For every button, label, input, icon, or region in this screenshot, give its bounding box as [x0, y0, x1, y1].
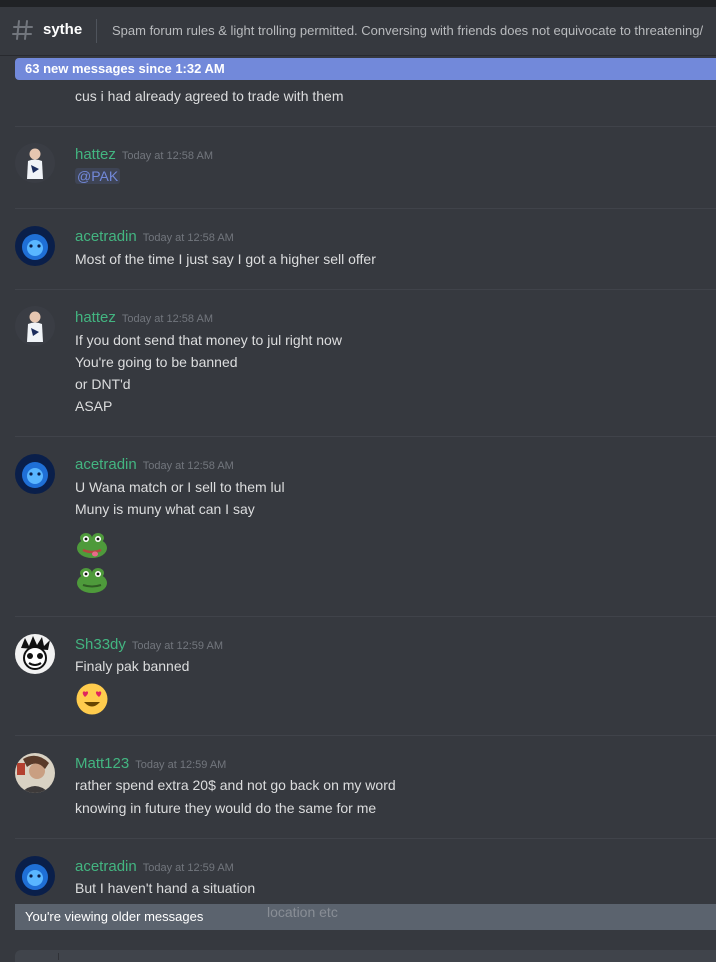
- message-header: Matt123 Today at 12:59 AM: [75, 755, 226, 772]
- message-line: or DNT'd: [75, 376, 131, 392]
- message-header: acetradin Today at 12:58 AM: [75, 456, 234, 473]
- avatar[interactable]: [15, 634, 55, 674]
- message-divider: [15, 208, 716, 209]
- frog-emoji[interactable]: [75, 529, 109, 559]
- channel-name[interactable]: sythe: [43, 21, 82, 38]
- message-line: @PAK: [75, 168, 121, 184]
- message-line: cus i had already agreed to trade with t…: [75, 88, 344, 104]
- message-line: But I haven't hand a situation: [75, 880, 256, 896]
- message-header: hattez Today at 12:58 AM: [75, 309, 213, 326]
- message-header: acetradin Today at 12:58 AM: [75, 228, 234, 245]
- message-line: rather spend extra 20$ and not go back o…: [75, 777, 396, 793]
- timestamp: Today at 12:58 AM: [121, 150, 213, 162]
- avatar-image-icon: [15, 454, 55, 494]
- timestamp: Today at 12:59 AM: [131, 640, 223, 652]
- username[interactable]: hattez: [75, 309, 116, 326]
- avatar[interactable]: [15, 856, 55, 896]
- timestamp: Today at 12:58 AM: [142, 460, 234, 472]
- header-divider: [96, 19, 97, 43]
- message-header: acetradin Today at 12:59 AM: [75, 858, 234, 875]
- new-messages-bar[interactable]: 63 new messages since 1:32 AM: [15, 58, 716, 80]
- timestamp: Today at 12:59 AM: [135, 759, 227, 771]
- avatar[interactable]: [15, 454, 55, 494]
- timestamp: Today at 12:58 AM: [121, 313, 213, 325]
- avatar-image-icon: [15, 226, 55, 266]
- avatar[interactable]: [15, 753, 55, 793]
- message-header: Sh33dy Today at 12:59 AM: [75, 636, 223, 653]
- message-input[interactable]: [15, 950, 716, 962]
- username[interactable]: acetradin: [75, 858, 137, 875]
- avatar-image-icon: [15, 856, 55, 896]
- username[interactable]: acetradin: [75, 228, 137, 245]
- message-header: hattez Today at 12:58 AM: [75, 146, 213, 163]
- message-line: You're going to be banned: [75, 354, 238, 370]
- timestamp: Today at 12:59 AM: [142, 862, 234, 874]
- older-messages-label: You're viewing older messages: [25, 909, 204, 924]
- avatar[interactable]: [15, 226, 55, 266]
- avatar[interactable]: [15, 306, 55, 346]
- message-divider: [15, 289, 716, 290]
- input-divider: [58, 953, 59, 960]
- mention[interactable]: @PAK: [75, 168, 121, 184]
- avatar[interactable]: [15, 143, 55, 183]
- hash-icon: [12, 20, 33, 40]
- message-line: Finaly pak banned: [75, 658, 190, 674]
- older-messages-bar[interactable]: You're viewing older messages: [15, 904, 716, 930]
- username[interactable]: hattez: [75, 146, 116, 163]
- message-divider: [15, 436, 716, 437]
- message-divider: [15, 616, 716, 617]
- message-line: If you dont send that money to jul right…: [75, 332, 342, 348]
- message-line: ASAP: [75, 398, 113, 414]
- avatar-image-icon: [15, 143, 55, 183]
- faded-message-text: location etc: [267, 904, 338, 920]
- username[interactable]: acetradin: [75, 456, 137, 473]
- message-divider: [15, 126, 716, 127]
- message-line: U Wana match or I sell to them lul: [75, 479, 285, 495]
- message-divider: [15, 735, 716, 736]
- message-line: Most of the time I just say I got a high…: [75, 251, 376, 267]
- username[interactable]: Matt123: [75, 755, 129, 772]
- username[interactable]: Sh33dy: [75, 636, 126, 653]
- avatar-image-icon: [15, 306, 55, 346]
- heart-eyes-emoji[interactable]: [75, 683, 109, 715]
- channel-header: sythe Spam forum rules & light trolling …: [0, 7, 716, 55]
- avatar-image-icon: [15, 634, 55, 674]
- avatar-image-icon: [15, 753, 55, 793]
- timestamp: Today at 12:58 AM: [142, 232, 234, 244]
- message-divider: [15, 838, 716, 839]
- message-line: knowing in future they would do the same…: [75, 800, 377, 816]
- channel-topic[interactable]: Spam forum rules & light trolling permit…: [112, 23, 703, 38]
- frog-emoji[interactable]: [75, 564, 109, 594]
- window-top-strip: [0, 0, 716, 7]
- message-line: Muny is muny what can I say: [75, 501, 255, 517]
